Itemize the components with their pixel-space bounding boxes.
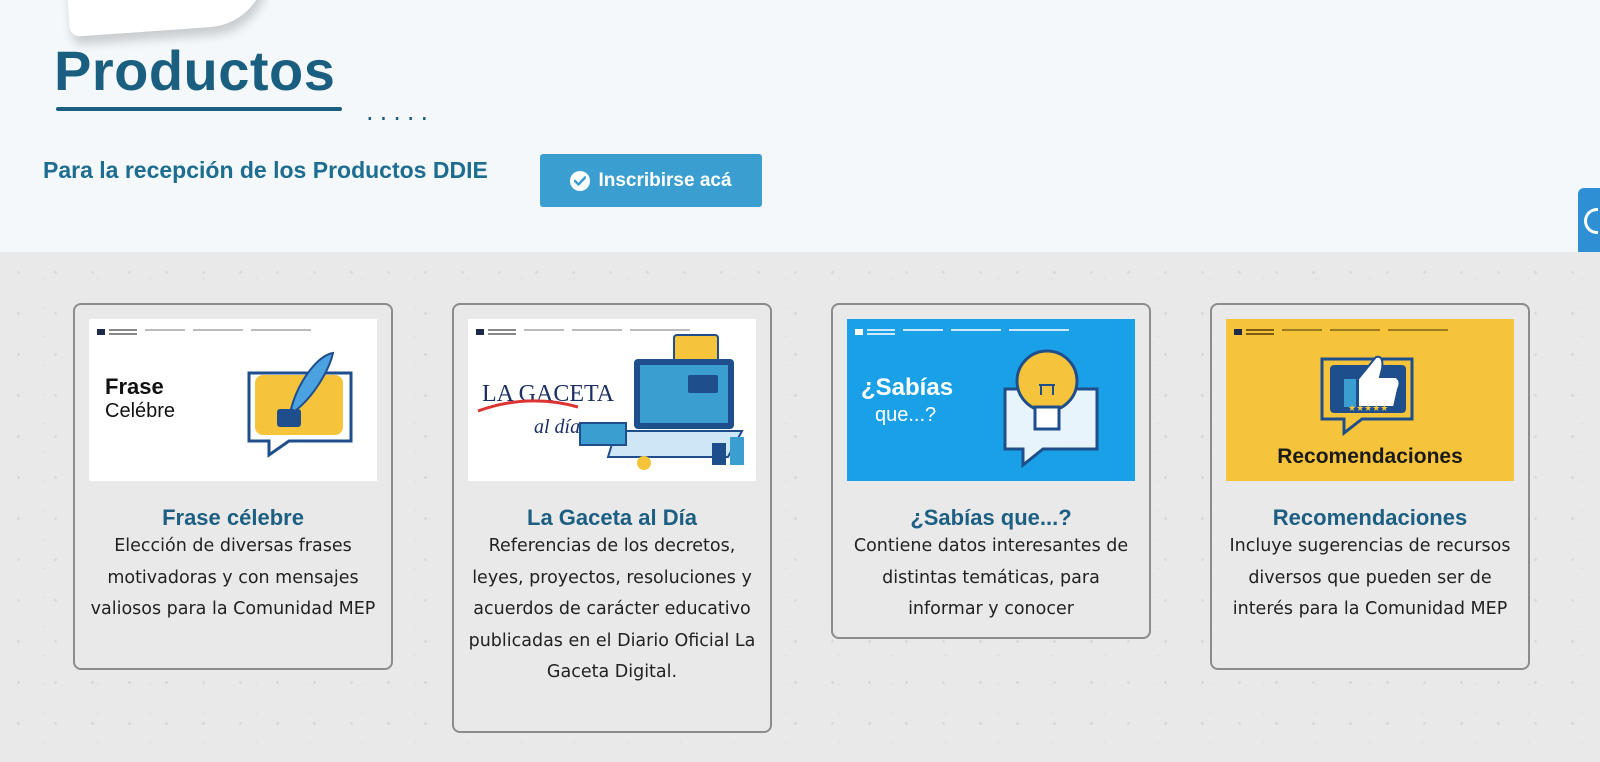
card-title[interactable]: La Gaceta al Día	[454, 505, 770, 531]
card-description: Contiene datos interesantes de distintas…	[853, 536, 1129, 619]
signup-button[interactable]: Inscribirse acá	[540, 154, 762, 207]
card-banner-recomendaciones[interactable]: ★★★★★ Recomendaciones	[1226, 319, 1514, 481]
product-card-sabias[interactable]: ¿Sabías que...? ¿Sabías que...? Contiene…	[831, 303, 1151, 639]
intro-text: Para la recepción de los Productos DDIE	[43, 157, 488, 183]
card-banner-frase[interactable]: Frase Celébre	[89, 319, 377, 481]
banner-gaceta-line2: al día	[534, 416, 580, 438]
card-description: Incluye sugerencias de recursos diversos…	[1229, 536, 1511, 619]
card-banner-gaceta[interactable]: LA GACETA al día	[468, 319, 756, 481]
banner-sabias-line1: ¿Sabías	[861, 374, 953, 401]
check-circle-icon	[570, 170, 591, 191]
product-card-gaceta[interactable]: LA GACETA al día La Gaceta al Día Refere…	[452, 303, 772, 733]
card-description: Referencias de los decretos, leyes, proy…	[468, 536, 756, 682]
card-description: Elección de diversas frases motivadoras …	[90, 536, 376, 619]
card-title[interactable]: Frase célebre	[75, 505, 391, 531]
header-section: Productos ..... Para la recepción de los…	[0, 0, 1600, 258]
product-card-frase[interactable]: Frase Celébre Frase célebre Elección de …	[73, 303, 393, 670]
title-underline	[56, 107, 342, 111]
card-title[interactable]: ¿Sabías que...?	[833, 505, 1149, 531]
page-title: Productos	[54, 39, 336, 102]
signup-button-label: Inscribirse acá	[598, 169, 732, 191]
svg-text:★★★★★: ★★★★★	[1348, 404, 1388, 414]
banner-frase-line1: Frase	[105, 374, 164, 399]
accessibility-icon	[1584, 208, 1598, 234]
card-title[interactable]: Recomendaciones	[1212, 505, 1528, 531]
card-banner-sabias[interactable]: ¿Sabías que...?	[847, 319, 1135, 481]
banner-frase-line2: Celébre	[105, 400, 175, 422]
banner-sabias-line2: que...?	[875, 404, 936, 426]
product-card-recomendaciones[interactable]: ★★★★★ Recomendaciones Recomendaciones In…	[1210, 303, 1530, 670]
paper-curl-decoration	[66, 0, 270, 37]
banner-recomendaciones-line1: Recomendaciones	[1277, 445, 1463, 468]
title-dots: .....	[366, 98, 435, 126]
accessibility-side-tab[interactable]	[1578, 188, 1600, 258]
